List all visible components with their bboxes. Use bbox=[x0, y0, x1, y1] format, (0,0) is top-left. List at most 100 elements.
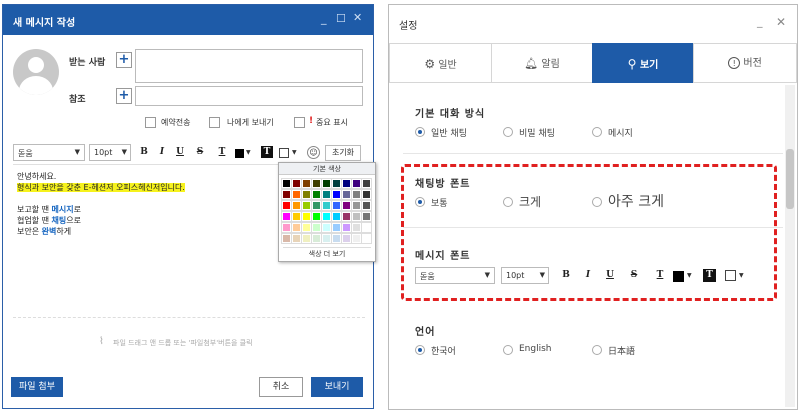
color-swatch[interactable] bbox=[281, 222, 292, 233]
color-swatch[interactable] bbox=[291, 178, 302, 189]
color-swatch[interactable] bbox=[331, 211, 342, 222]
send-button[interactable]: 보내기 bbox=[311, 377, 363, 397]
color-swatch[interactable] bbox=[281, 178, 292, 189]
color-swatch[interactable] bbox=[281, 200, 292, 211]
chat-mode-radio-message[interactable] bbox=[592, 127, 602, 137]
cc-field[interactable] bbox=[135, 86, 363, 106]
text-color-swatch[interactable] bbox=[235, 149, 244, 158]
close-icon[interactable]: ✕ bbox=[776, 15, 786, 29]
color-swatch[interactable] bbox=[301, 178, 312, 189]
color-swatch[interactable] bbox=[291, 233, 302, 244]
color-swatch[interactable] bbox=[321, 233, 332, 244]
tab-label: 버전 bbox=[743, 58, 762, 69]
color-swatch[interactable] bbox=[331, 222, 342, 233]
color-swatch[interactable] bbox=[331, 200, 342, 211]
italic-button[interactable]: I bbox=[155, 145, 169, 160]
scrollbar[interactable] bbox=[785, 85, 795, 407]
color-swatch[interactable] bbox=[321, 222, 332, 233]
color-swatch[interactable] bbox=[311, 211, 322, 222]
color-swatch[interactable] bbox=[301, 200, 312, 211]
recipient-field[interactable] bbox=[135, 49, 363, 83]
color-swatch[interactable] bbox=[351, 189, 362, 200]
color-swatch[interactable] bbox=[351, 211, 362, 222]
cancel-button[interactable]: 취소 bbox=[259, 377, 303, 397]
scrollbar-thumb[interactable] bbox=[786, 149, 794, 209]
color-swatch[interactable] bbox=[341, 178, 352, 189]
color-swatch[interactable] bbox=[341, 211, 352, 222]
chat-mode-radio-normal[interactable] bbox=[415, 127, 425, 137]
color-swatch[interactable] bbox=[321, 211, 332, 222]
add-cc-button[interactable]: + bbox=[116, 88, 132, 104]
schedule-checkbox[interactable] bbox=[145, 117, 156, 128]
color-swatch[interactable] bbox=[361, 233, 372, 244]
color-swatch[interactable] bbox=[301, 189, 312, 200]
size-select[interactable]: 10pt ▼ bbox=[89, 144, 131, 161]
color-swatch[interactable] bbox=[281, 233, 292, 244]
color-swatch[interactable] bbox=[331, 233, 342, 244]
bold-button[interactable]: B bbox=[137, 145, 151, 160]
color-swatch[interactable] bbox=[301, 222, 312, 233]
minimize-icon[interactable]: _ bbox=[321, 12, 327, 25]
color-swatch[interactable] bbox=[361, 222, 372, 233]
color-swatch[interactable] bbox=[321, 200, 332, 211]
color-swatch[interactable] bbox=[341, 200, 352, 211]
color-swatch[interactable] bbox=[331, 178, 342, 189]
color-swatch[interactable] bbox=[311, 189, 322, 200]
color-swatch[interactable] bbox=[351, 200, 362, 211]
color-swatch[interactable] bbox=[341, 189, 352, 200]
color-swatch[interactable] bbox=[351, 222, 362, 233]
minimize-icon[interactable]: _ bbox=[757, 15, 763, 28]
tab-view[interactable]: ⚲ 보기 bbox=[592, 43, 694, 83]
color-swatch[interactable] bbox=[361, 211, 372, 222]
chevron-down-icon[interactable]: ▼ bbox=[246, 149, 251, 156]
color-swatch[interactable] bbox=[321, 189, 332, 200]
color-swatch[interactable] bbox=[351, 233, 362, 244]
color-swatch[interactable] bbox=[291, 189, 302, 200]
attach-drop-area[interactable]: ⌇ 파일 드래그 앤 드롭 또는 '파일첨부'버튼을 클릭 bbox=[13, 317, 365, 365]
close-icon[interactable]: ✕ bbox=[353, 11, 362, 24]
language-radio-korean[interactable] bbox=[415, 345, 425, 355]
text-color-button[interactable]: T bbox=[215, 145, 229, 160]
color-swatch[interactable] bbox=[311, 200, 322, 211]
color-swatch[interactable] bbox=[331, 189, 342, 200]
color-swatch[interactable] bbox=[361, 189, 372, 200]
language-title: 언어 bbox=[415, 327, 436, 338]
tab-general[interactable]: ⚙ 일반 bbox=[389, 43, 492, 83]
language-radio-japanese[interactable] bbox=[592, 345, 602, 355]
color-swatch[interactable] bbox=[291, 222, 302, 233]
color-swatch[interactable] bbox=[321, 178, 332, 189]
font-select[interactable]: 돋움 ▼ bbox=[13, 144, 85, 161]
color-swatch[interactable] bbox=[311, 178, 322, 189]
color-swatch[interactable] bbox=[301, 211, 312, 222]
reset-button[interactable]: 초기화 bbox=[325, 145, 361, 161]
important-checkbox[interactable] bbox=[294, 117, 305, 128]
more-colors-button[interactable]: 색상 더 보기 bbox=[283, 247, 371, 259]
maximize-icon[interactable]: ☐ bbox=[336, 12, 346, 25]
color-swatch[interactable] bbox=[341, 222, 352, 233]
bg-color-swatch[interactable] bbox=[279, 148, 289, 158]
color-swatch[interactable] bbox=[361, 200, 372, 211]
color-swatch[interactable] bbox=[351, 178, 362, 189]
emoji-icon[interactable]: ☺ bbox=[307, 146, 320, 159]
color-swatch[interactable] bbox=[311, 222, 322, 233]
color-swatch[interactable] bbox=[361, 178, 372, 189]
color-swatch[interactable] bbox=[291, 200, 302, 211]
message-editor[interactable]: 안녕하세요. 형식과 보안을 갖춘 E-헤션저 오피스헤신저입니다. 보고할 땐… bbox=[17, 171, 277, 237]
chevron-down-icon[interactable]: ▼ bbox=[292, 149, 297, 156]
attach-file-button[interactable]: 파일 첨부 bbox=[11, 377, 63, 397]
add-recipient-button[interactable]: + bbox=[116, 52, 132, 68]
color-swatch[interactable] bbox=[341, 233, 352, 244]
language-radio-english[interactable] bbox=[503, 345, 513, 355]
strike-button[interactable]: S bbox=[193, 145, 207, 160]
color-swatch[interactable] bbox=[291, 211, 302, 222]
color-swatch[interactable] bbox=[281, 189, 292, 200]
bg-color-button[interactable]: T bbox=[261, 146, 273, 158]
color-swatch[interactable] bbox=[281, 211, 292, 222]
send-to-self-checkbox[interactable] bbox=[209, 117, 220, 128]
color-swatch[interactable] bbox=[311, 233, 322, 244]
color-swatch[interactable] bbox=[301, 233, 312, 244]
chat-mode-radio-secret[interactable] bbox=[503, 127, 513, 137]
underline-button[interactable]: U bbox=[173, 145, 187, 160]
tab-version[interactable]: ! 버전 bbox=[693, 43, 797, 83]
tab-notifications[interactable]: 🔔︎ 알림 bbox=[491, 43, 593, 83]
